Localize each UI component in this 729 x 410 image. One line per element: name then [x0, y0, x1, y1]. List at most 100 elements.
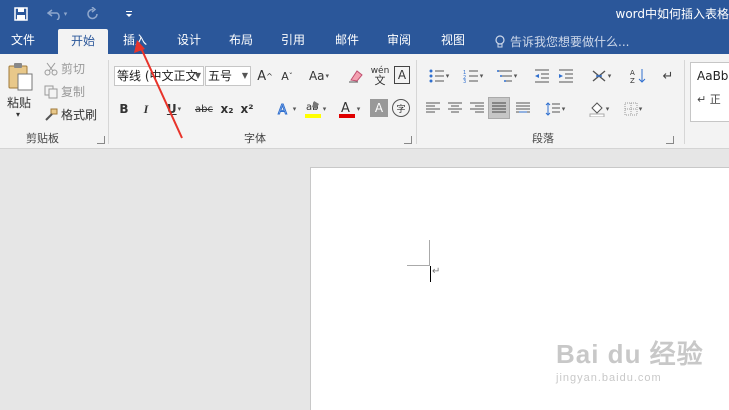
phonetic-guide-button[interactable]: wén 文: [370, 64, 390, 88]
align-center-icon[interactable]: [446, 99, 464, 117]
tab-design[interactable]: 设计: [166, 28, 212, 54]
paintbrush-icon: [45, 108, 58, 121]
document-page[interactable]: ↵: [310, 167, 729, 410]
distributed-icon[interactable]: [514, 99, 532, 117]
paint-bucket-icon: [589, 102, 605, 117]
wen-char: 文: [374, 74, 386, 87]
grow-font-button[interactable]: A ^: [256, 66, 274, 86]
bullets-icon: [429, 69, 444, 83]
lightbulb-icon: [495, 34, 505, 47]
redo-icon[interactable]: [82, 3, 104, 25]
ribbon-home: 粘贴 ▾ 剪切 复制 格式刷 剪贴板 等线 (中文正文 ▼ 五号 ▼ A ^ Aˇ…: [0, 54, 729, 149]
sort-icon[interactable]: AZ: [628, 66, 648, 86]
text-effects-button[interactable]: A ▾: [272, 99, 300, 119]
tab-layout[interactable]: 布局: [218, 28, 264, 54]
styles-gallery-item[interactable]: AaBb ↵ 正: [690, 62, 729, 122]
svg-text:3: 3: [463, 79, 466, 83]
chevron-down-icon: ▼: [194, 71, 201, 80]
change-case-button[interactable]: Aa ▾: [304, 66, 334, 86]
change-case-label: Aa: [308, 69, 325, 83]
style-preview: AaBb: [697, 69, 729, 83]
copy-icon: [44, 85, 58, 98]
tab-references[interactable]: 引用: [270, 28, 316, 54]
font-launcher-icon[interactable]: [404, 136, 412, 144]
font-group-label: 字体: [244, 132, 266, 145]
superscript-button[interactable]: x²: [238, 99, 256, 119]
text-cursor: [430, 266, 431, 282]
shrink-font-button[interactable]: Aˇ: [278, 66, 296, 86]
tab-file[interactable]: 文件: [0, 28, 46, 54]
paragraph-mark: ↵: [432, 266, 441, 277]
highlight-button[interactable]: ab ▾: [300, 97, 330, 121]
customize-qat-icon[interactable]: [118, 3, 140, 25]
scissors-icon: [44, 62, 58, 75]
tell-me-placeholder: 告诉我您想要做什么...: [510, 35, 630, 49]
asian-layout-icon: [592, 70, 606, 82]
numbering-button[interactable]: 1 2 3 ▾: [458, 66, 488, 86]
bold-button[interactable]: B: [116, 99, 132, 119]
font-name-value: 等线 (中文正文: [117, 69, 198, 83]
cut-button[interactable]: 剪切: [44, 60, 85, 77]
title-bar: ▾ word中如何插入表格: [0, 0, 729, 28]
borders-icon: [624, 102, 638, 116]
subscript-button[interactable]: x₂: [218, 99, 236, 119]
window-title: word中如何插入表格: [615, 7, 729, 21]
clear-formatting-icon[interactable]: [346, 66, 366, 86]
format-painter-button[interactable]: 格式刷: [44, 106, 97, 123]
chevron-down-icon: ▼: [241, 71, 248, 80]
shading-button[interactable]: ▾: [584, 99, 614, 119]
paragraph-launcher-icon[interactable]: [666, 136, 674, 144]
line-spacing-button[interactable]: ▾: [540, 99, 570, 119]
show-formatting-icon[interactable]: ↵: [660, 66, 676, 86]
tab-mailings[interactable]: 邮件: [324, 28, 370, 54]
style-name: ↵ 正: [697, 93, 721, 106]
character-shading-icon[interactable]: A: [370, 99, 388, 117]
align-right-icon[interactable]: [468, 99, 486, 117]
svg-text:A: A: [341, 101, 350, 116]
underline-button[interactable]: U ▾: [160, 99, 188, 119]
margin-corner-mark: [407, 265, 429, 266]
watermark-brand: Bai du 经验: [556, 339, 704, 369]
align-left-icon[interactable]: [424, 99, 442, 117]
paste-button[interactable]: 粘贴: [7, 94, 31, 111]
margin-corner-mark: [429, 240, 430, 266]
paste-icon[interactable]: [4, 60, 36, 94]
tab-insert[interactable]: 插入: [112, 28, 158, 54]
multilevel-list-button[interactable]: ▾: [492, 66, 522, 86]
clipboard-launcher-icon[interactable]: [97, 136, 105, 144]
group-divider: [416, 60, 417, 144]
copy-button[interactable]: 复制: [44, 83, 85, 100]
increase-indent-icon[interactable]: [556, 66, 576, 86]
svg-text:Z: Z: [630, 77, 635, 84]
clipboard-group-label: 剪贴板: [26, 132, 59, 145]
paste-dropdown[interactable]: ▾: [16, 110, 20, 119]
svg-text:A: A: [278, 103, 287, 117]
tell-me-box[interactable]: 告诉我您想要做什么...: [494, 33, 629, 50]
character-border-icon[interactable]: A: [394, 66, 410, 84]
save-icon[interactable]: [10, 3, 32, 25]
tab-review[interactable]: 审阅: [376, 28, 422, 54]
font-size-combo[interactable]: 五号 ▼: [205, 66, 251, 86]
copy-label: 复制: [61, 85, 86, 99]
enclose-characters-icon[interactable]: 字: [392, 99, 410, 117]
font-color-button[interactable]: A ▾: [334, 97, 364, 121]
line-spacing-icon: [545, 102, 560, 116]
paragraph-group-label: 段落: [532, 132, 554, 145]
undo-icon[interactable]: ▾: [46, 3, 68, 25]
font-name-combo[interactable]: 等线 (中文正文 ▼: [114, 66, 204, 86]
font-color-icon: A: [338, 101, 355, 118]
borders-button[interactable]: ▾: [618, 99, 648, 119]
justify-icon[interactable]: [488, 97, 510, 119]
decrease-indent-icon[interactable]: [532, 66, 552, 86]
group-divider: [108, 60, 109, 144]
bullets-button[interactable]: ▾: [424, 66, 454, 86]
tab-home[interactable]: 开始: [58, 29, 108, 54]
italic-button[interactable]: I: [138, 99, 154, 119]
paste-label: 粘贴: [7, 96, 32, 110]
tab-view[interactable]: 视图: [430, 28, 476, 54]
asian-layout-button[interactable]: ▾: [586, 66, 616, 86]
strikethrough-button[interactable]: abc: [192, 99, 216, 119]
font-size-value: 五号: [208, 69, 233, 83]
watermark-url: jingyan.baidu.com: [556, 372, 662, 384]
text-effects-icon: A: [277, 103, 287, 118]
